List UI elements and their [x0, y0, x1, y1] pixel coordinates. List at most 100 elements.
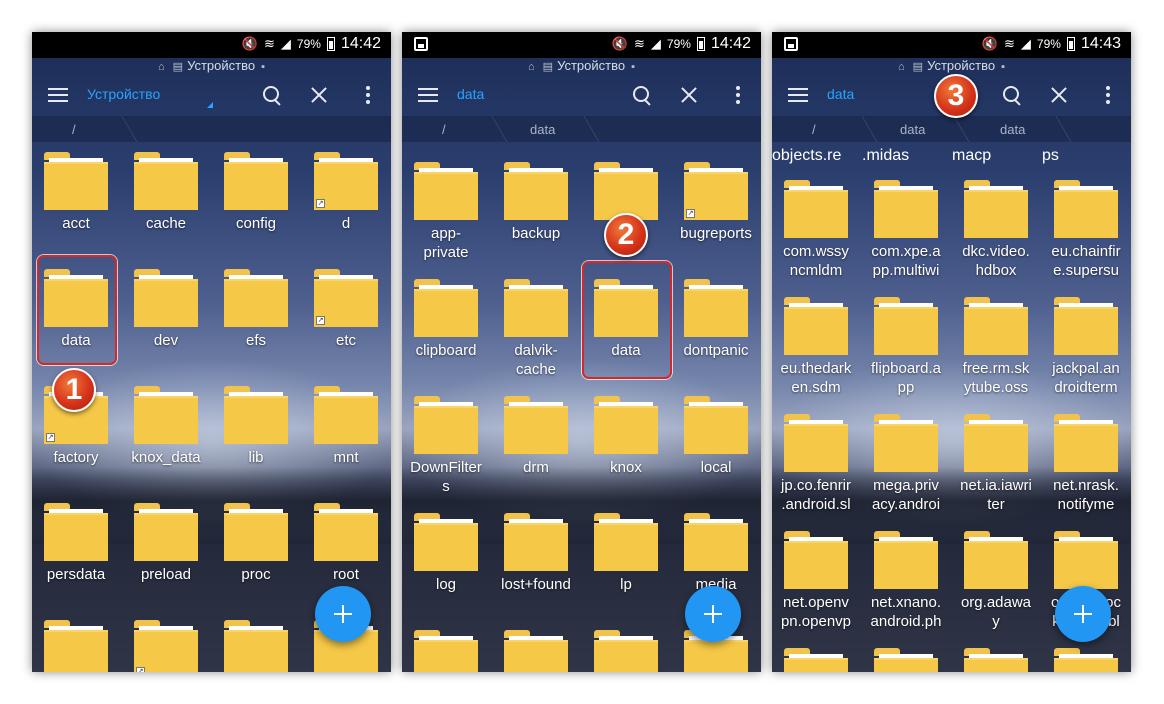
folder-item[interactable]: ↗ d	[302, 152, 390, 233]
path-segment[interactable]: /	[442, 122, 446, 137]
storage-breadcrumb[interactable]: ⌂ ▤ Устройство ▪	[32, 58, 391, 76]
storage-label: Устройство	[187, 58, 256, 73]
folder-item[interactable]: jackpal.an droidterm	[1042, 297, 1130, 397]
toolbar-title[interactable]: Устройство	[87, 86, 160, 102]
folder-item[interactable]: org.adawa y	[952, 531, 1040, 631]
storage-breadcrumb[interactable]: ⌂ ▤ Устройство ▪	[402, 58, 761, 76]
folder-item[interactable]: com.wssy ncmldm	[772, 180, 860, 280]
folder-item[interactable]: ↗	[122, 620, 210, 672]
folder-item[interactable]: lib	[212, 386, 300, 467]
folder-icon	[874, 297, 938, 355]
folder-icon	[224, 620, 288, 672]
more-vert-icon[interactable]	[365, 85, 371, 105]
path-segment[interactable]: /	[812, 122, 816, 137]
mute-icon: 🔇	[241, 36, 259, 51]
search-icon[interactable]	[1002, 85, 1022, 105]
folder-item[interactable]: flipboard.a pp	[862, 297, 950, 397]
clock: 14:42	[340, 35, 381, 52]
folder-icon	[134, 503, 198, 561]
folder-item[interactable]: mega.priv acy.androi	[862, 414, 950, 514]
toolbar-title[interactable]: data	[457, 86, 484, 102]
folder-item[interactable]	[402, 630, 490, 672]
folder-icon	[874, 180, 938, 238]
folder-item[interactable]: media	[672, 513, 760, 594]
path-segment[interactable]: data	[900, 122, 925, 137]
dropdown-caret-icon[interactable]	[207, 102, 213, 108]
menu-icon[interactable]	[418, 86, 438, 104]
folder-item[interactable]	[862, 648, 950, 672]
folder-item[interactable]	[212, 620, 300, 672]
folder-item[interactable]: jp.co.fenrir .android.sl	[772, 414, 860, 514]
wifi-icon: ≋	[264, 36, 275, 51]
folder-item[interactable]	[952, 648, 1040, 672]
signal-icon: ◢	[1020, 36, 1031, 51]
folder-item[interactable]	[582, 630, 670, 672]
menu-icon[interactable]	[48, 86, 68, 104]
folder-item[interactable]	[772, 648, 860, 672]
close-icon[interactable]	[1049, 85, 1069, 105]
folder-item[interactable]: root	[302, 503, 390, 584]
folder-item[interactable]: eu.chainfir e.supersu	[1042, 180, 1130, 280]
menu-icon[interactable]	[788, 86, 808, 104]
folder-item[interactable]: net.openv pn.openvp	[772, 531, 860, 631]
folder-item[interactable]: dontpanic	[672, 279, 760, 360]
search-icon[interactable]	[632, 85, 652, 105]
add-fab-button[interactable]	[685, 586, 741, 642]
folder-item[interactable]	[492, 630, 580, 672]
folder-item[interactable]: backup	[492, 162, 580, 243]
path-segment[interactable]: data	[1000, 122, 1025, 137]
add-fab-button[interactable]	[315, 586, 371, 642]
folder-icon	[504, 279, 568, 337]
folder-item[interactable]: preload	[122, 503, 210, 584]
screenshot-icon	[784, 37, 798, 51]
folder-item[interactable]: cache	[122, 152, 210, 233]
step-badge: 3	[934, 74, 978, 118]
folder-icon	[964, 648, 1028, 672]
close-icon[interactable]	[309, 85, 329, 105]
folder-item[interactable]: knox	[582, 396, 670, 477]
folder-item[interactable]: free.rm.sk ytube.oss	[952, 297, 1040, 397]
folder-item[interactable]: log	[402, 513, 490, 594]
folder-icon	[1054, 531, 1118, 589]
storage-icon: ▪	[631, 61, 635, 73]
home-icon[interactable]: ⌂	[158, 61, 165, 73]
folder-item[interactable]: drm	[492, 396, 580, 477]
folder-item[interactable]: ↗ bugreports	[672, 162, 760, 243]
folder-item[interactable]: efs	[212, 269, 300, 350]
path-segment[interactable]: data	[530, 122, 555, 137]
folder-item[interactable]: persdata	[32, 503, 120, 584]
folder-icon	[414, 162, 478, 220]
folder-item[interactable]: lost+found	[492, 513, 580, 594]
folder-item[interactable]: local	[672, 396, 760, 477]
folder-item[interactable]: knox_data	[122, 386, 210, 467]
folder-item[interactable]: dalvik- cache	[492, 279, 580, 379]
folder-item[interactable]: config	[212, 152, 300, 233]
folder-item[interactable]: dev	[122, 269, 210, 350]
path-segment[interactable]: /	[72, 122, 76, 137]
folder-item[interactable]: proc	[212, 503, 300, 584]
search-icon[interactable]	[262, 85, 282, 105]
folder-item[interactable]: DownFilter s	[402, 396, 490, 496]
folder-item[interactable]	[32, 620, 120, 672]
folder-item[interactable]: ↗ etc	[302, 269, 390, 350]
folder-item[interactable]: app- private	[402, 162, 490, 262]
toolbar-title[interactable]: data	[827, 86, 854, 102]
more-vert-icon[interactable]	[1105, 85, 1111, 105]
home-icon[interactable]: ⌂	[528, 61, 535, 73]
add-fab-button[interactable]	[1055, 586, 1111, 642]
home-icon[interactable]: ⌂	[898, 61, 905, 73]
folder-item[interactable]: lp	[582, 513, 670, 594]
folder-item[interactable]: com.xpe.a pp.multiwi	[862, 180, 950, 280]
folder-item[interactable]: mnt	[302, 386, 390, 467]
folder-item[interactable]: net.nrask. notifyme	[1042, 414, 1130, 514]
close-icon[interactable]	[679, 85, 699, 105]
more-vert-icon[interactable]	[735, 85, 741, 105]
storage-label: Устройство	[927, 58, 996, 73]
folder-item[interactable]: eu.thedark en.sdm	[772, 297, 860, 397]
folder-item[interactable]: net.ia.iawri ter	[952, 414, 1040, 514]
folder-item[interactable]: dkc.video. hdbox	[952, 180, 1040, 280]
folder-item[interactable]	[1042, 648, 1130, 672]
folder-item[interactable]: net.xnano. android.ph	[862, 531, 950, 631]
folder-item[interactable]: clipboard	[402, 279, 490, 360]
folder-item[interactable]: acct	[32, 152, 120, 233]
